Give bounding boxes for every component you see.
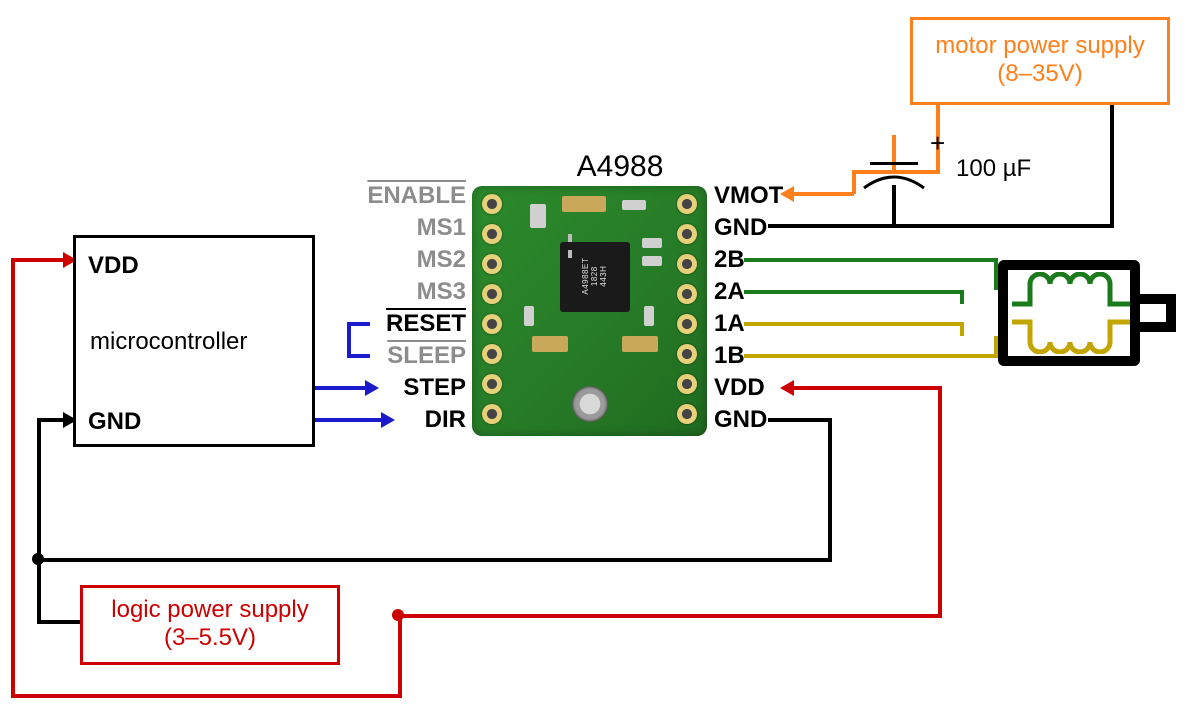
pad-left-5 <box>482 344 502 364</box>
wire-jumper-top <box>350 322 370 326</box>
logic-psu-line1: logic power supply <box>83 596 337 624</box>
pin-left-ms3: MS3 <box>417 278 466 306</box>
pad-right-1 <box>677 224 697 244</box>
driver-title: A4988 <box>520 150 720 184</box>
pin-left-reset: RESET <box>386 310 466 338</box>
wire-logic-right-v <box>398 614 402 696</box>
wire-logic-to-mcu-vdd <box>11 258 65 262</box>
smd-cap-1 <box>562 196 606 212</box>
wire-psu-neg-vert <box>1110 104 1114 226</box>
wire-gnd-long <box>37 558 832 562</box>
smd-res-6 <box>644 306 654 326</box>
wire-2a-stub <box>960 290 964 304</box>
pin-left-step: STEP <box>403 374 466 402</box>
wire-gnd-into-logic-psu <box>37 620 82 624</box>
mcu-gnd-label: GND <box>88 408 141 436</box>
wire-2b-h <box>744 258 994 262</box>
pad-right-6 <box>677 374 697 394</box>
pin-left-enable: ENABLE <box>367 182 466 210</box>
wire-logic-left-v <box>11 258 15 696</box>
motor-psu-line1: motor power supply <box>913 32 1167 60</box>
wire-gnd-h1 <box>768 418 832 422</box>
driver-ic: A4988ET 1828 443H <box>560 242 630 312</box>
motor-psu-box: motor power supply (8–35V) <box>910 17 1170 105</box>
pad-left-4 <box>482 314 502 334</box>
pad-left-3 <box>482 284 502 304</box>
mcu-vdd-label: VDD <box>88 252 139 280</box>
wire-1a-stub <box>960 322 964 336</box>
wire-jumper-conn <box>347 322 351 358</box>
arrow-vdd <box>780 380 794 396</box>
pad-right-5 <box>677 344 697 364</box>
wire-logic-bottom-h <box>11 694 402 698</box>
smd-res-1 <box>622 200 646 210</box>
mcu-label: microcontroller <box>90 328 247 356</box>
wire-psu-neg-to-gnd <box>768 224 1114 228</box>
pad-left-1 <box>482 224 502 244</box>
pin-left-sleep: SLEEP <box>387 342 466 370</box>
pad-left-2 <box>482 254 502 274</box>
pad-right-7 <box>677 404 697 424</box>
motor-shaft <box>1140 294 1176 332</box>
pin-right-gnd: GND <box>714 406 767 434</box>
current-limit-pot <box>572 386 608 422</box>
pin-right-2a: 2A <box>714 278 745 306</box>
pin-left-ms1: MS1 <box>417 214 466 242</box>
smd-res-3 <box>642 238 662 248</box>
pad-right-4 <box>677 314 697 334</box>
wiring-diagram: A4988 + 100 µF motor power supply (8–35V… <box>0 0 1200 722</box>
pin-right-gnd: GND <box>714 214 767 242</box>
wire-gnd-v <box>828 418 832 560</box>
wire-1b-h <box>744 354 994 358</box>
mcu-box: VDD microcontroller GND <box>73 235 315 447</box>
wire-gnd-to-logic-psu <box>37 558 41 623</box>
pad-left-0 <box>482 194 502 214</box>
pad-right-2 <box>677 254 697 274</box>
smd-cap-2 <box>532 336 568 352</box>
pin-right-1a: 1A <box>714 310 745 338</box>
wire-cap-pos-stub <box>892 135 896 173</box>
coil-b-icon <box>1012 272 1130 310</box>
driver-pcb: A4988ET 1828 443H <box>472 186 707 436</box>
arrow-dir <box>381 412 395 428</box>
arrow-step <box>365 380 379 396</box>
ic-marking: A4988ET 1828 443H <box>582 241 608 311</box>
wire-step <box>315 386 369 390</box>
wire-jumper-bot <box>350 354 370 358</box>
wire-dir <box>315 418 385 422</box>
smd-res-2 <box>530 204 546 228</box>
logic-psu-line2: (3–5.5V) <box>83 624 337 652</box>
pin-right-2b: 2B <box>714 246 745 274</box>
wire-vdd-v <box>938 386 942 616</box>
pin-right-vdd: VDD <box>714 374 765 402</box>
cap-polarity: + <box>930 128 945 159</box>
pin-left-dir: DIR <box>425 406 466 434</box>
pad-right-0 <box>677 194 697 214</box>
wire-2a-h <box>744 290 964 294</box>
pad-left-7 <box>482 404 502 424</box>
cap-plate-pos <box>870 162 918 165</box>
pin-right-vmot: VMOT <box>714 182 783 210</box>
wire-vdd-to-psu <box>398 614 942 618</box>
motor-psu-line2: (8–35V) <box>913 60 1167 88</box>
pad-right-3 <box>677 284 697 304</box>
wire-psu-to-vmot <box>792 192 854 196</box>
wire-1a-h <box>744 322 964 326</box>
wire-gnd-up-to-mcu <box>37 418 41 562</box>
pin-left-ms2: MS2 <box>417 246 466 274</box>
smd-res-5 <box>524 306 534 326</box>
node-gnd <box>32 553 44 565</box>
cap-plate-neg <box>862 172 926 190</box>
wire-psu-pos-vert2 <box>852 170 856 194</box>
wire-cap-neg-stub <box>892 185 896 227</box>
pin-right-1b: 1B <box>714 342 745 370</box>
cap-value: 100 µF <box>956 155 1031 183</box>
logic-psu-box: logic power supply (3–5.5V) <box>80 585 340 665</box>
smd-res-4 <box>642 256 662 266</box>
pad-left-6 <box>482 374 502 394</box>
smd-cap-3 <box>622 336 658 352</box>
wire-vdd-h <box>792 386 942 390</box>
coil-a-icon <box>1012 316 1130 354</box>
